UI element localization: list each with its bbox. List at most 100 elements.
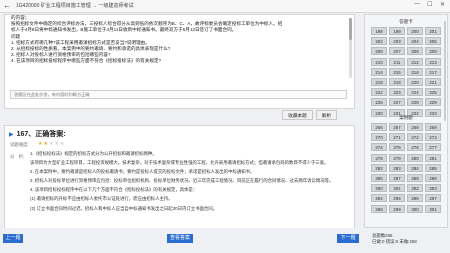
progress-stats: 总题数268 已做:0 错误:0 未做:268 <box>372 233 417 245</box>
question-number-289[interactable]: 289 <box>425 173 441 182</box>
analysis-paragraph: (2) 订立书面合同时间过迟。招标人和中标人应当自中标通知书发出之日起30日内订… <box>30 205 218 211</box>
close-icon[interactable]: ✕ <box>440 1 445 8</box>
question-number-199[interactable]: 199 <box>389 27 405 35</box>
question-number-211[interactable]: 211 <box>389 57 405 66</box>
question-number-227[interactable]: 227 <box>389 98 405 107</box>
question-panel: 的内容； 按照招标文件中确定的综合评标办法，三投标人综合得分从高到低的依次顺序为… <box>4 14 355 109</box>
question-number-299[interactable]: 299 <box>389 204 405 213</box>
question-number-270[interactable]: 270 <box>371 133 387 142</box>
question-number-297[interactable]: 297 <box>425 194 441 203</box>
scroll-thumb[interactable] <box>349 18 352 40</box>
question-number-222[interactable]: 222 <box>371 88 387 97</box>
question-number-274[interactable]: 274 <box>371 143 387 152</box>
sidebar-scrollbar[interactable] <box>444 21 446 121</box>
title-bar: ← 1G420000 矿业工程项目施工管理 → 一级建造师考试 — ☐ ✕ <box>0 0 450 13</box>
question-number-273[interactable]: 273 <box>425 133 441 142</box>
analysis-paragraph: (1) 邀请招标的开标不应由招标人委托市公证处进行，而应由招标人主持。 <box>30 196 173 202</box>
question-number-209[interactable]: 209 <box>425 47 441 56</box>
question-number-290[interactable]: 290 <box>371 184 387 193</box>
question-number-267[interactable]: 267 <box>389 123 405 131</box>
question-number-216[interactable]: 216 <box>407 67 423 76</box>
bookmark-button[interactable]: 收藏本题 <box>282 110 313 120</box>
question-number-210[interactable]: 210 <box>371 57 387 66</box>
question-scrollbar[interactable] <box>349 18 352 78</box>
question-number-228[interactable]: 228 <box>407 98 423 107</box>
question-number-287[interactable]: 287 <box>389 173 405 182</box>
analysis-label: 分 析: <box>10 154 25 159</box>
question-number-280[interactable]: 280 <box>407 153 423 162</box>
question-number-300[interactable]: 300 <box>407 204 423 213</box>
question-number-271[interactable]: 271 <box>389 133 405 142</box>
question-number-268[interactable]: 268 <box>407 123 423 131</box>
question-number-282[interactable]: 282 <box>371 163 387 172</box>
question-number-277[interactable]: 277 <box>425 143 441 152</box>
question-number-208[interactable]: 208 <box>407 47 423 56</box>
question-number-221[interactable]: 221 <box>425 77 441 86</box>
question-area: 的内容； 按照招标文件中确定的综合评标办法，三投标人综合得分从高到低的依次顺序为… <box>4 14 355 228</box>
question-line: 4. 在该项目的招标投标程序中哪些方面不符合《招标投标法》的有关规定? <box>11 58 162 64</box>
question-number-279[interactable]: 279 <box>389 153 405 162</box>
question-number-200[interactable]: 200 <box>407 27 423 35</box>
question-number-205[interactable]: 205 <box>425 37 441 46</box>
difficulty-label: 试题难度: <box>10 142 29 147</box>
question-number-213[interactable]: 213 <box>425 57 441 66</box>
maximize-icon[interactable]: ☐ <box>427 1 432 8</box>
view-answer-button[interactable]: 查看答案 <box>167 234 193 243</box>
minimize-icon[interactable]: — <box>414 1 420 7</box>
answer-header: ▶ 167、正确答案: <box>9 129 66 139</box>
answer-input[interactable] <box>10 90 347 99</box>
question-number-203[interactable]: 203 <box>389 37 405 46</box>
question-number-292[interactable]: 292 <box>407 184 423 193</box>
question-number-281[interactable]: 281 <box>425 153 441 162</box>
question-number-212[interactable]: 212 <box>407 57 423 66</box>
question-number-229[interactable]: 229 <box>425 98 441 107</box>
question-number-206[interactable]: 206 <box>371 47 387 56</box>
question-number-226[interactable]: 226 <box>371 98 387 107</box>
question-number-201[interactable]: 201 <box>425 27 441 35</box>
answer-panel: ▶ 167、正确答案: 试题难度: ★★★★★ 分 析: 1.《招标投标法》规定的… <box>4 125 355 228</box>
question-number-298[interactable]: 298 <box>371 204 387 213</box>
question-number-294[interactable]: 294 <box>371 194 387 203</box>
question-number-288[interactable]: 288 <box>407 173 423 182</box>
question-number-293[interactable]: 293 <box>425 184 441 193</box>
question-number-202[interactable]: 202 <box>371 37 387 46</box>
answer-card-sidebar: 答题卡 198 199 200 201 202 203 204 205 206 207 208 209… <box>364 14 448 228</box>
analysis-text: 1.《招标投标法》规定的招标方式分为公开招标和邀请招标两种。 该项目为大型矿业工… <box>30 151 345 215</box>
question-number-269[interactable]: 269 <box>425 123 441 131</box>
question-number-286[interactable]: 286 <box>371 173 387 182</box>
question-number-276[interactable]: 276 <box>407 143 423 152</box>
question-number-220[interactable]: 220 <box>407 77 423 86</box>
question-number-204[interactable]: 204 <box>407 37 423 46</box>
star-empty-icon: ★★★ <box>48 141 66 147</box>
question-number-266[interactable]: 266 <box>371 123 387 131</box>
question-number-219[interactable]: 219 <box>389 77 405 86</box>
question-number-218[interactable]: 218 <box>371 77 387 86</box>
question-number-284[interactable]: 284 <box>407 163 423 172</box>
question-number-283[interactable]: 283 <box>389 163 405 172</box>
answer-title: 167、正确答案: <box>16 131 66 138</box>
question-number-272[interactable]: 272 <box>407 133 423 142</box>
question-number-278[interactable]: 278 <box>371 153 387 162</box>
question-number-296[interactable]: 296 <box>407 194 423 203</box>
analysis-button[interactable]: 解析 <box>316 110 337 120</box>
question-number-207[interactable]: 207 <box>389 47 405 56</box>
next-question-button[interactable]: 下一题 <box>337 234 359 243</box>
question-number-198[interactable]: 198 <box>371 27 387 35</box>
done-error-count: 已做:0 错误:0 未做:268 <box>372 239 417 244</box>
question-number-225[interactable]: 225 <box>425 88 441 97</box>
answer-card-title: 答题卡 <box>399 19 413 24</box>
analysis-paragraph: 2. 在本案例中，要约邀请是招标人的投标邀请书；要约是投标人提交的投标文件；承诺… <box>30 169 255 175</box>
question-number-214[interactable]: 214 <box>371 67 387 76</box>
prev-question-button[interactable]: 上一题 <box>3 234 23 243</box>
question-number-215[interactable]: 215 <box>389 67 405 76</box>
question-number-224[interactable]: 224 <box>407 88 423 97</box>
question-number-275[interactable]: 275 <box>389 143 405 152</box>
question-number-217[interactable]: 217 <box>425 67 441 76</box>
back-arrow-icon[interactable]: ← <box>3 1 11 10</box>
question-number-223[interactable]: 223 <box>389 88 405 97</box>
case-section-title: 案例题 <box>399 115 413 120</box>
question-number-295[interactable]: 295 <box>389 194 405 203</box>
question-number-301[interactable]: 301 <box>425 204 441 213</box>
question-number-285[interactable]: 285 <box>425 163 441 172</box>
question-number-291[interactable]: 291 <box>389 184 405 193</box>
